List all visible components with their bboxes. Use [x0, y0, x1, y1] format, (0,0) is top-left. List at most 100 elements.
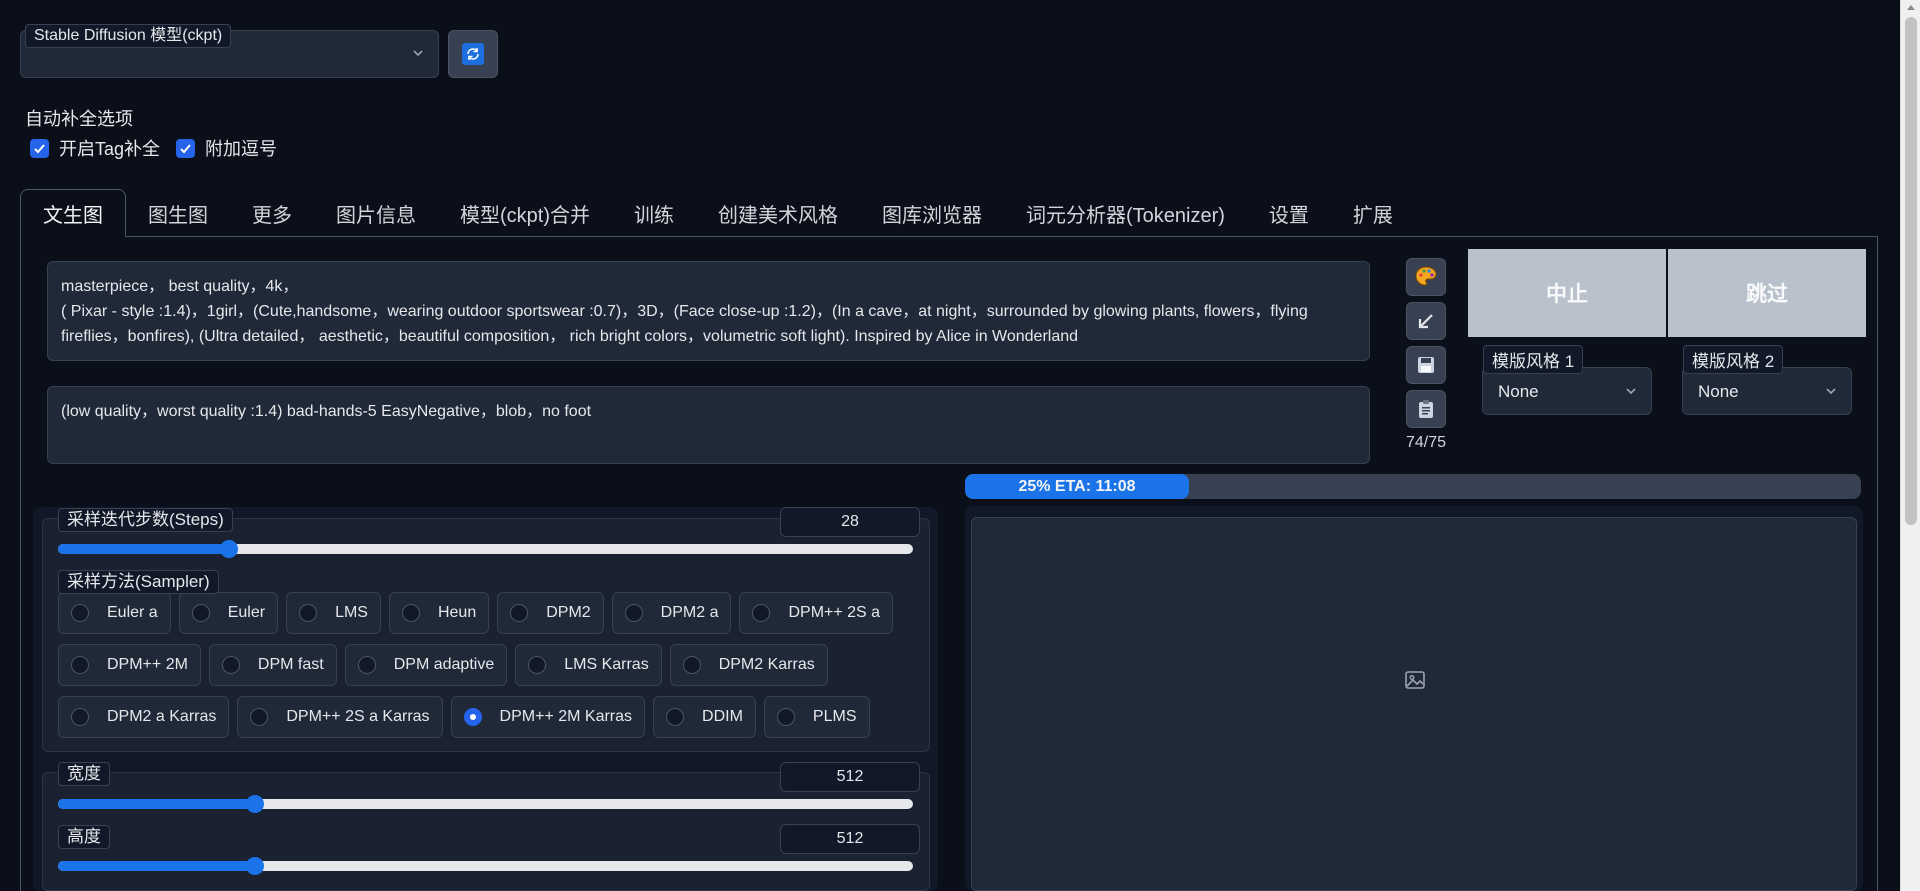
- clipboard-icon: [1419, 400, 1433, 418]
- tab-img2img[interactable]: 图生图: [126, 189, 230, 237]
- negative-prompt-input[interactable]: (low quality，worst quality :1.4) bad-han…: [47, 386, 1370, 464]
- chevron-down-icon: [1826, 388, 1836, 395]
- scrollbar-thumb[interactable]: [1905, 17, 1917, 525]
- height-slider[interactable]: [58, 857, 913, 875]
- checkbox-checked-icon: [176, 138, 195, 158]
- sampler-option[interactable]: DPM2 a: [611, 592, 732, 634]
- append-comma-label: 附加逗号: [205, 139, 277, 159]
- style2-value: None: [1698, 382, 1739, 401]
- tab-txt2img[interactable]: 文生图: [20, 189, 126, 237]
- tab-extras[interactable]: 更多: [230, 189, 314, 237]
- tab-png-info[interactable]: 图片信息: [314, 189, 438, 237]
- sampler-option-label: Euler a: [107, 604, 158, 621]
- sampler-option-label: DPM++ 2S a Karras: [286, 708, 430, 725]
- sampler-option[interactable]: DPM++ 2S a Karras: [237, 696, 443, 738]
- sampler-option[interactable]: DPM fast: [208, 644, 337, 686]
- radio-icon: [528, 656, 547, 674]
- scroll-up-icon[interactable]: [1907, 5, 1915, 10]
- sampler-option-label: Euler: [227, 604, 266, 621]
- steps-slider-fill: [58, 540, 238, 558]
- style2-select[interactable]: None: [1682, 367, 1852, 415]
- paint-style-button[interactable]: [1406, 258, 1446, 296]
- width-slider[interactable]: [58, 795, 913, 813]
- sampler-option[interactable]: DPM++ 2S a: [739, 592, 894, 634]
- sampler-option-label: DPM fast: [257, 656, 324, 673]
- prompt-line: masterpiece， best quality，4k，: [61, 278, 299, 295]
- tag-autocomplete-checkbox[interactable]: 开启Tag补全: [30, 135, 160, 161]
- main-tabs: 文生图 图生图 更多 图片信息 模型(ckpt)合并 训练 创建美术风格 图库浏…: [20, 189, 1415, 237]
- sampler-option[interactable]: DPM2 a Karras: [58, 696, 230, 738]
- sampler-option-label: DPM adaptive: [393, 656, 495, 673]
- style1-label: 模版风格 1: [1483, 345, 1584, 374]
- read-params-button[interactable]: [1406, 302, 1446, 340]
- sampler-option[interactable]: DPM2: [497, 592, 604, 634]
- positive-prompt-input[interactable]: masterpiece， best quality，4k， ( Pixar - …: [47, 261, 1370, 361]
- sampler-option[interactable]: DDIM: [653, 696, 756, 738]
- sampler-option-selected[interactable]: DPM++ 2M Karras: [450, 696, 646, 738]
- steps-label: 采样迭代步数(Steps): [58, 508, 233, 532]
- steps-number-input[interactable]: 28: [780, 507, 920, 537]
- interrupt-button[interactable]: 中止: [1468, 249, 1666, 337]
- radio-icon: [71, 656, 89, 674]
- sampler-option[interactable]: DPM adaptive: [344, 644, 508, 686]
- palette-icon: [1415, 266, 1437, 286]
- style1-value: None: [1498, 382, 1539, 401]
- sampler-option-label: PLMS: [812, 708, 857, 725]
- generation-progress-bar: 25% ETA: 11:08: [965, 474, 1861, 499]
- tab-extensions[interactable]: 扩展: [1331, 189, 1415, 237]
- sampler-option-label: DDIM: [702, 708, 743, 725]
- tag-autocomplete-label: 开启Tag补全: [59, 139, 161, 159]
- negative-prompt-text: (low quality，worst quality :1.4) bad-han…: [61, 403, 592, 420]
- tab-tokenizer[interactable]: 词元分析器(Tokenizer): [1004, 189, 1247, 237]
- tab-train[interactable]: 训练: [612, 189, 696, 237]
- radio-icon: [71, 604, 89, 622]
- progress-fill: 25% ETA: 11:08: [965, 474, 1189, 499]
- steps-slider[interactable]: [58, 540, 913, 558]
- chevron-down-icon: [1626, 388, 1636, 395]
- save-style-button[interactable]: [1406, 346, 1446, 384]
- sampler-option-label: DPM2 a Karras: [107, 708, 217, 725]
- sampler-option[interactable]: DPM++ 2M: [58, 644, 201, 686]
- width-label: 宽度: [58, 762, 110, 786]
- sampler-option[interactable]: LMS: [286, 592, 381, 634]
- sampler-option-label: LMS Karras: [564, 656, 649, 673]
- apply-style-button[interactable]: [1406, 390, 1446, 428]
- sampler-option[interactable]: PLMS: [763, 696, 870, 738]
- radio-icon: [357, 656, 376, 674]
- refresh-models-button[interactable]: [448, 30, 498, 78]
- style1-select[interactable]: None: [1482, 367, 1652, 415]
- refresh-icon: [462, 43, 484, 65]
- width-slider-fill: [58, 795, 264, 813]
- style2-label: 模版风格 2: [1683, 345, 1784, 374]
- model-select[interactable]: Stable Diffusion 模型(ckpt): [20, 24, 439, 78]
- sampler-label: 采样方法(Sampler): [58, 570, 219, 594]
- tab-panel-border-right: [1877, 236, 1878, 891]
- height-number-input[interactable]: 512: [780, 824, 920, 854]
- radio-icon: [510, 604, 529, 622]
- tab-create-aesthetic[interactable]: 创建美术风格: [696, 189, 860, 237]
- radio-icon: [666, 708, 685, 726]
- tab-settings[interactable]: 设置: [1247, 189, 1331, 237]
- height-slider-thumb[interactable]: [245, 857, 264, 875]
- width-slider-thumb[interactable]: [245, 795, 264, 813]
- sampler-option[interactable]: Euler: [178, 592, 279, 634]
- tab-checkpoint-merger[interactable]: 模型(ckpt)合并: [438, 189, 612, 237]
- width-number-input[interactable]: 512: [780, 762, 920, 792]
- sampler-option[interactable]: Heun: [388, 592, 490, 634]
- model-select-label: Stable Diffusion 模型(ckpt): [25, 24, 232, 48]
- height-label: 高度: [58, 825, 110, 849]
- steps-slider-thumb[interactable]: [220, 540, 238, 558]
- sampler-option[interactable]: LMS Karras: [515, 644, 662, 686]
- skip-button[interactable]: 跳过: [1668, 249, 1866, 337]
- radio-icon: [624, 604, 643, 622]
- sampler-option[interactable]: Euler a: [58, 592, 171, 634]
- sampler-option-label: DPM++ 2M Karras: [499, 708, 633, 725]
- append-comma-checkbox[interactable]: 附加逗号: [176, 135, 277, 161]
- tab-divider: [20, 236, 1878, 237]
- tab-image-browser[interactable]: 图库浏览器: [860, 189, 1004, 237]
- prompt-line: ( Pixar - style :1.4)，1girl，(Cute,handso…: [61, 303, 1308, 320]
- radio-icon: [250, 708, 269, 726]
- sampler-option[interactable]: DPM2 Karras: [669, 644, 828, 686]
- token-counter: 74/75: [1406, 434, 1447, 451]
- page-scrollbar[interactable]: [1900, 0, 1920, 891]
